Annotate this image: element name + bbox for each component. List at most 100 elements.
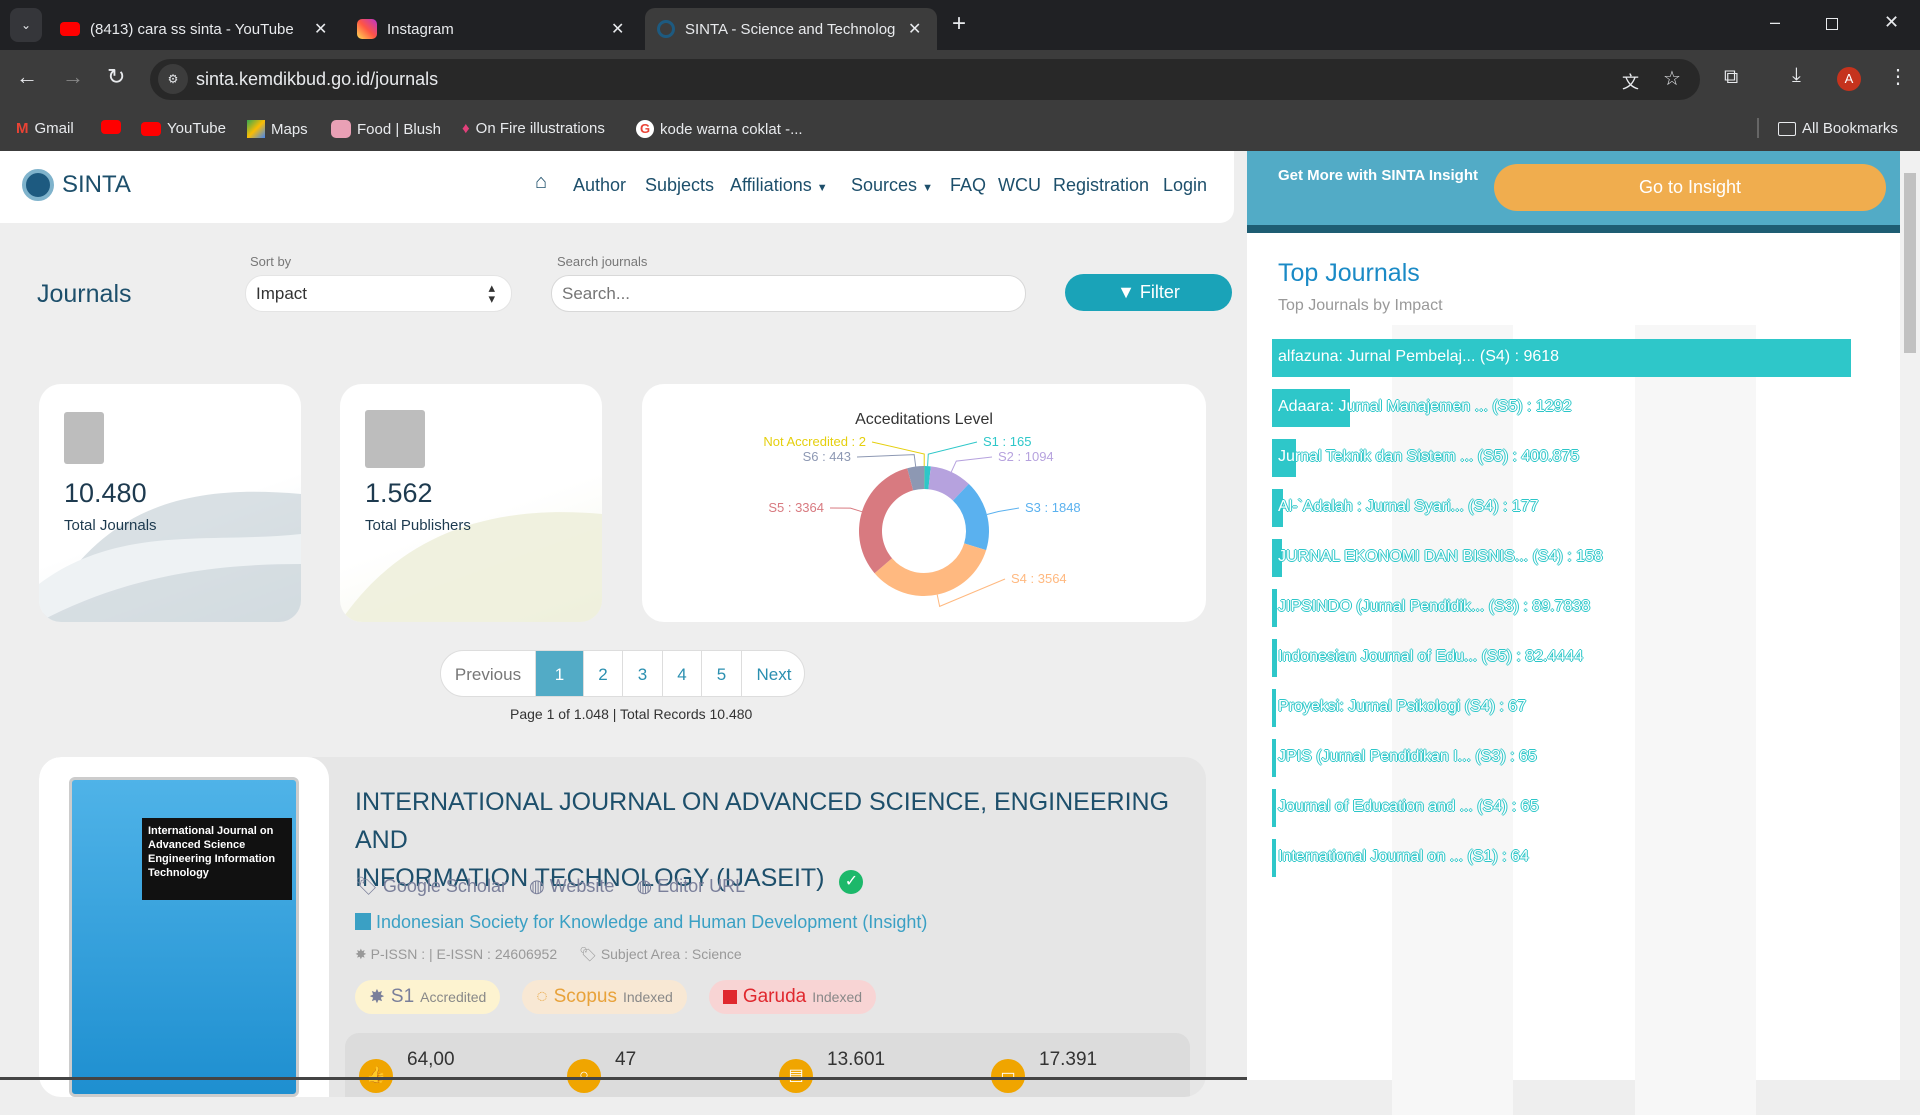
scrollbar-thumb[interactable] bbox=[1904, 173, 1916, 353]
top-journals-subtitle: Top Journals by Impact bbox=[1278, 297, 1443, 315]
translate-icon[interactable]: 文 bbox=[1622, 68, 1639, 93]
profile-avatar[interactable]: A bbox=[1837, 67, 1861, 91]
garuda-badge[interactable]: GarudaIndexed bbox=[709, 980, 876, 1014]
restore-button[interactable] bbox=[1826, 18, 1838, 30]
close-icon[interactable]: ✕ bbox=[314, 19, 327, 39]
filter-label: Filter bbox=[1140, 282, 1180, 302]
go-to-insight-button[interactable]: Go to Insight bbox=[1494, 164, 1886, 211]
youtube-icon bbox=[101, 120, 121, 134]
editor-url-link[interactable]: ◍ Editor URL bbox=[636, 876, 745, 897]
badge-icon: ✸ bbox=[355, 946, 367, 962]
all-bookmarks[interactable]: All Bookmarks bbox=[1778, 120, 1898, 137]
pagination-previous[interactable]: Previous bbox=[441, 651, 536, 697]
search-input[interactable] bbox=[551, 275, 1026, 312]
journal-cover-image[interactable]: International Journal on Advanced Scienc… bbox=[69, 777, 299, 1097]
total-journals-card: 10.480 Total Journals bbox=[39, 384, 301, 622]
thumbs-up-icon: 👍 bbox=[359, 1059, 393, 1093]
sinta-logo[interactable]: SINTA bbox=[22, 169, 131, 201]
extensions-icon[interactable]: ⧉ bbox=[1724, 66, 1738, 89]
reload-icon[interactable]: ↻ bbox=[107, 64, 125, 90]
top-journals-title: Top Journals bbox=[1278, 259, 1420, 288]
nav-author[interactable]: Author bbox=[573, 175, 626, 196]
bookmark-on-fire[interactable]: ♦On Fire illustrations bbox=[462, 120, 605, 137]
filter-button[interactable]: ▼ Filter bbox=[1065, 274, 1232, 311]
sort-arrows-icon: ▴▾ bbox=[488, 282, 495, 304]
instagram-icon bbox=[357, 19, 377, 39]
publisher-link[interactable]: Indonesian Society for Knowledge and Hum… bbox=[355, 912, 927, 933]
address-bar[interactable]: ⚙ sinta.kemdikbud.go.id/journals 文 ☆ bbox=[150, 59, 1700, 100]
gmail-icon: M bbox=[16, 120, 29, 137]
nav-wcu[interactable]: WCU bbox=[998, 175, 1041, 196]
sort-select[interactable]: Impact ▴▾ bbox=[245, 275, 512, 312]
home-icon[interactable]: ⌂ bbox=[535, 171, 547, 194]
metric-value: 64,00 bbox=[407, 1049, 455, 1093]
sort-label: Sort by bbox=[250, 254, 291, 269]
website-link[interactable]: ◍ Website bbox=[529, 876, 614, 897]
google-scholar-link[interactable]: 🏷 Google Scholar bbox=[355, 876, 507, 897]
close-icon[interactable]: ✕ bbox=[908, 19, 921, 39]
metric-citations-5yr: ▤ 13.601 bbox=[779, 1049, 885, 1093]
top-journal-label: Adaara: Jurnal Manajemen ... (S5) : 1292 bbox=[1278, 398, 1572, 416]
site-info-icon[interactable]: ⚙ bbox=[158, 64, 188, 94]
chart-grid-band bbox=[1635, 325, 1756, 1115]
menu-icon[interactable]: ⋮ bbox=[1888, 64, 1908, 89]
bookmark-youtube-icon-only[interactable] bbox=[101, 120, 121, 134]
pagination-page-4[interactable]: 4 bbox=[663, 651, 702, 697]
star-icon[interactable]: ☆ bbox=[1663, 66, 1681, 91]
bookmark-maps[interactable]: Maps bbox=[247, 120, 308, 138]
url-text[interactable]: sinta.kemdikbud.go.id/journals bbox=[196, 69, 438, 90]
close-window-button[interactable]: ✕ bbox=[1884, 12, 1899, 33]
bookmark-food-blush[interactable]: Food | Blush bbox=[331, 120, 441, 138]
forward-icon[interactable]: → bbox=[62, 64, 84, 90]
tab-list-button[interactable]: ⌄ bbox=[10, 8, 42, 42]
tab-instagram[interactable]: Instagram ✕ bbox=[357, 8, 632, 50]
top-journal-bar bbox=[1272, 639, 1277, 677]
scopus-badge[interactable]: ◌ScopusIndexed bbox=[522, 980, 687, 1014]
accreditation-badge[interactable]: ✸S1Accredited bbox=[355, 980, 500, 1014]
close-icon[interactable]: ✕ bbox=[611, 19, 624, 39]
nav-affiliations[interactable]: Affiliations ▼ bbox=[730, 175, 828, 196]
top-journal-label: JIPSINDO (Jurnal Pendidik... (S3) : 89.7… bbox=[1278, 598, 1590, 616]
comments-icon: ▤ bbox=[779, 1059, 813, 1093]
tag-icon: 🏷 bbox=[579, 946, 597, 962]
new-tab-button[interactable]: + bbox=[952, 10, 966, 38]
back-icon[interactable]: ← bbox=[16, 64, 38, 90]
minimize-button[interactable]: – bbox=[1770, 12, 1780, 33]
metric-h-index: ○47 bbox=[567, 1049, 636, 1093]
nav-registration[interactable]: Registration bbox=[1053, 175, 1149, 196]
publisher-icon bbox=[365, 410, 425, 468]
nav-subjects[interactable]: Subjects bbox=[645, 175, 714, 196]
slice-s5[interactable] bbox=[859, 468, 913, 573]
tab-sinta[interactable]: SINTA - Science and Technology ✕ bbox=[645, 8, 937, 50]
pagination-page-2[interactable]: 2 bbox=[584, 651, 623, 697]
download-icon[interactable]: ⤓ bbox=[1792, 64, 1801, 87]
slice-leader-line bbox=[830, 508, 862, 512]
nav-sources[interactable]: Sources ▼ bbox=[851, 175, 933, 196]
pagination-next[interactable]: Next bbox=[742, 651, 805, 697]
link-label: Website bbox=[550, 876, 615, 896]
badge-status: Accredited bbox=[420, 989, 486, 1005]
comment-icon: ▭ bbox=[991, 1059, 1025, 1093]
page-scrollbar[interactable] bbox=[1900, 151, 1920, 1080]
sinta-icon bbox=[657, 20, 675, 38]
nav-login[interactable]: Login bbox=[1163, 175, 1207, 196]
metric-value: 13.601 bbox=[827, 1049, 885, 1093]
top-journal-bar bbox=[1272, 789, 1276, 827]
bookmark-kode-warna[interactable]: Gkode warna coklat -... bbox=[636, 120, 803, 138]
issn-text: P-ISSN : | E-ISSN : 24606952 bbox=[371, 946, 558, 962]
pagination-page-1[interactable]: 1 bbox=[536, 651, 584, 697]
top-journal-label: Indonesian Journal of Edu... (S5) : 82.4… bbox=[1278, 648, 1583, 666]
top-journal-label: alfazuna: Jurnal Pembelaj... (S4) : 9618 bbox=[1278, 348, 1559, 366]
top-journal-label: JURNAL EKONOMI DAN BISNIS... (S4) : 158 bbox=[1278, 548, 1603, 566]
tab-youtube[interactable]: (8413) cara ss sinta - YouTube ✕ bbox=[60, 8, 335, 50]
pagination-page-3[interactable]: 3 bbox=[623, 651, 663, 697]
pagination-page-5[interactable]: 5 bbox=[702, 651, 742, 697]
bookmark-youtube[interactable]: YouTube bbox=[141, 120, 226, 137]
badge-name: Garuda bbox=[743, 986, 806, 1008]
top-journal-bar bbox=[1272, 589, 1277, 627]
slice-s4[interactable] bbox=[875, 543, 987, 596]
caret-down-icon: ▼ bbox=[817, 182, 828, 194]
nav-faq[interactable]: FAQ bbox=[950, 175, 986, 196]
bookmark-gmail[interactable]: MGmail bbox=[16, 120, 74, 137]
link-label: Editor URL bbox=[657, 876, 745, 896]
